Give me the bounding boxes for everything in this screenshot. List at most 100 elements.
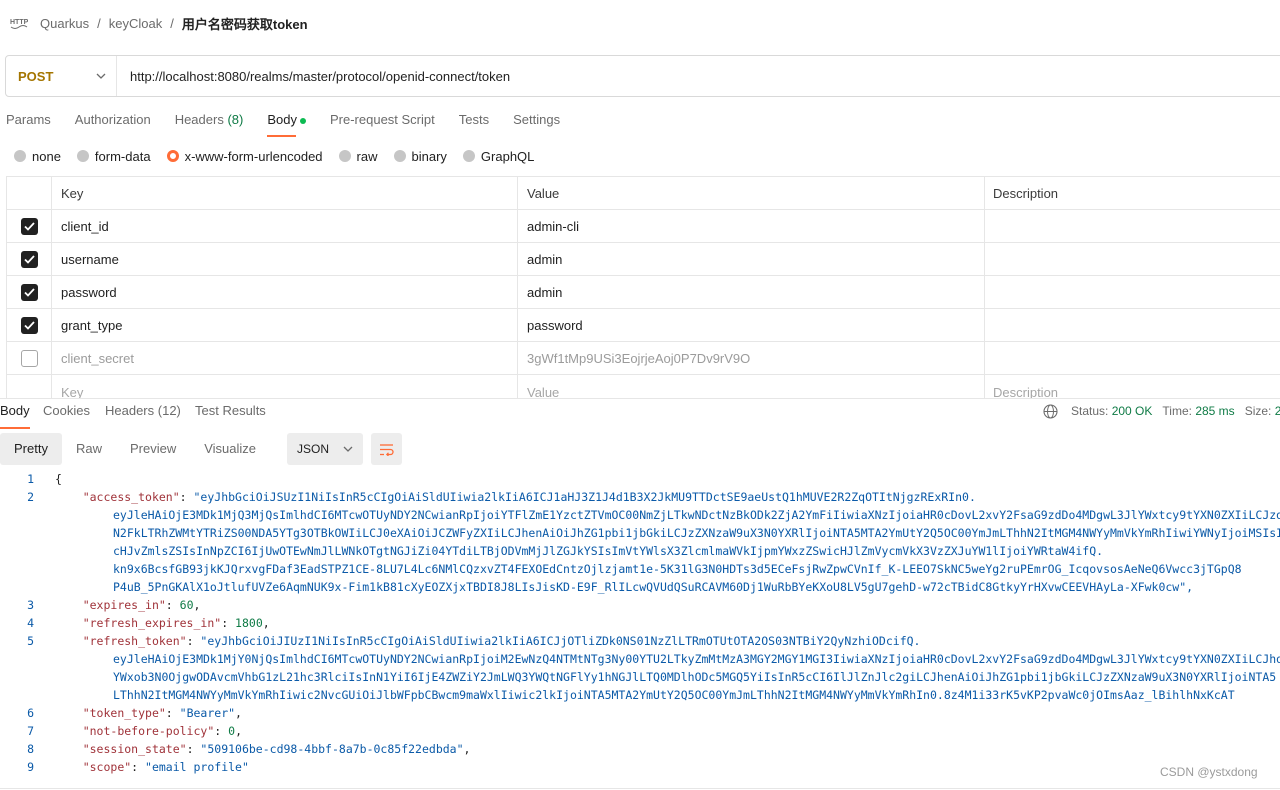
row-checkbox[interactable] [20,283,38,301]
code-line: 4 "refresh_expires_in": 1800, [0,614,1280,632]
view-pretty-button[interactable]: Pretty [0,433,62,465]
response-body-code[interactable]: 1{ 2 "access_token": "eyJhbGciOiJSUzI1Ni… [0,470,1280,790]
tab-settings[interactable]: Settings [513,108,560,132]
body-type-form-data[interactable]: form-data [76,148,151,164]
json-number: 60 [179,598,194,612]
row-value-input[interactable]: admin [518,276,985,308]
code-text: "not-before-policy": 0, [82,724,242,738]
body-type-urlencoded[interactable]: x-www-form-urlencoded [166,148,323,164]
new-key-input[interactable]: Key [52,375,518,398]
header-checkbox-cell [6,177,52,209]
body-type-none-label: none [32,148,61,164]
tab-headers[interactable]: Headers (8) [175,108,244,132]
json-key: "access_token" [82,490,180,504]
row-value-input[interactable]: admin-cli [518,210,985,242]
row-value-input[interactable]: password [518,309,985,341]
row-description-input[interactable] [985,342,1280,374]
table-row: username admin [6,243,1280,276]
row-description-input[interactable] [985,309,1280,341]
response-tab-test-results[interactable]: Test Results [195,399,266,423]
row-description-input[interactable] [985,243,1280,275]
check-icon [23,221,35,231]
status-label: Status: [1071,404,1109,418]
request-name[interactable]: 用户名密码获取token [182,14,308,33]
body-type-selector: none form-data x-www-form-urlencoded raw… [14,148,550,164]
url-input[interactable]: http://localhost:8080/realms/master/prot… [117,69,510,84]
row-description-input[interactable] [985,276,1280,308]
table-row: password admin [6,276,1280,309]
code-text: "session_state": "509106be-cd98-4bbf-8a7… [82,742,471,756]
tab-tests[interactable]: Tests [459,108,489,132]
status-value[interactable]: 200 OK [1112,404,1153,418]
row-value-input[interactable]: admin [518,243,985,275]
json-string: "email profile" [145,760,249,774]
row-checkbox-cell [6,210,52,242]
radio-urlencoded[interactable] [166,150,179,162]
body-type-form-data-label: form-data [94,148,151,164]
radio-form-data[interactable] [76,150,89,162]
body-type-none[interactable]: none [14,149,61,164]
line-number: 6 [27,706,34,720]
tab-body[interactable]: Body [267,108,306,137]
code-text: "access_token": "eyJhbGciOiJSUzI1NiIsInR… [82,490,976,504]
breadcrumb-item-quarkus[interactable]: Quarkus [40,16,89,31]
code-text: "scope": "email profile" [82,760,249,774]
radio-graphql[interactable] [462,150,475,162]
code-wrap-line: eyJleHAiOjE3MDk1MjY0NjQsImlhdCI6MTcwOTUy… [113,652,1280,666]
radio-raw[interactable] [338,150,351,162]
row-checkbox[interactable] [20,316,38,334]
response-tab-headers[interactable]: Headers (12) [105,399,181,423]
response-tab-body[interactable]: Body [0,399,30,429]
row-key-input[interactable]: username [52,243,518,275]
code-wrap-line: P4uB_5PnGKAlX1oJtlufUVZe6AqmNUK9x-Fim1kB… [113,580,1194,594]
body-type-graphql[interactable]: GraphQL [462,149,534,164]
row-key-input[interactable]: password [52,276,518,308]
row-key-input[interactable]: client_secret [52,342,518,374]
code-line: 2 "access_token": "eyJhbGciOiJSUzI1NiIsI… [0,488,1280,506]
body-type-binary[interactable]: binary [393,149,447,164]
tab-pre-request-script[interactable]: Pre-request Script [330,108,435,132]
new-value-input[interactable]: Value [518,375,985,398]
code-line: 3 "expires_in": 60, [0,596,1280,614]
wrap-lines-button[interactable] [371,433,402,465]
size-value[interactable]: 2 [1275,404,1280,418]
response-tab-cookies[interactable]: Cookies [43,399,90,423]
body-type-raw-label: raw [356,148,378,164]
time-value[interactable]: 285 ms [1195,404,1234,418]
code-wrap-line: YWxob3N0OjgwODAvcmVhbG1zL21hc3RlciIsInN1… [113,670,1277,684]
request-bar: POST http://localhost:8080/realms/master… [5,55,1280,97]
json-string: "509106be-cd98-4bbf-8a7b-0c85f22edbda" [200,742,464,756]
check-icon [23,320,35,330]
table-row-new: Key Value Description [6,375,1280,399]
view-visualize-button[interactable]: Visualize [190,433,270,465]
json-key: "expires_in" [82,598,166,612]
radio-none[interactable] [14,150,26,162]
body-type-urlencoded-label: x-www-form-urlencoded [184,148,323,164]
globe-icon[interactable] [1043,403,1058,419]
row-checkbox[interactable] [20,250,38,268]
json-number: 1800 [235,616,263,630]
code-text: "expires_in": 60, [82,598,201,612]
radio-binary[interactable] [393,150,406,162]
tab-params[interactable]: Params [6,108,51,132]
line-number: 2 [27,490,34,504]
row-description-input[interactable] [985,210,1280,242]
response-tab-headers-label: Headers [105,403,155,418]
column-header-value: Value [518,177,985,209]
row-value-input[interactable]: 3gWf1tMp9USi3EojrjeAoj0P7Dv9rV9O [518,342,985,374]
row-checkbox[interactable] [20,349,38,367]
view-raw-button[interactable]: Raw [62,433,116,465]
breadcrumb-item-keycloak[interactable]: keyCloak [109,16,162,31]
response-tab-headers-count: (12) [157,403,181,418]
body-type-raw[interactable]: raw [338,148,378,164]
method-select[interactable]: POST [6,56,117,96]
new-description-input[interactable]: Description [985,375,1280,399]
code-text: { [55,472,62,486]
code-line: 6 "token_type": "Bearer", [0,704,1280,722]
row-key-input[interactable]: client_id [52,210,518,242]
format-select[interactable]: JSON [287,433,363,465]
view-preview-button[interactable]: Preview [116,433,190,465]
row-checkbox[interactable] [20,217,38,235]
tab-authorization[interactable]: Authorization [75,108,151,132]
row-key-input[interactable]: grant_type [52,309,518,341]
